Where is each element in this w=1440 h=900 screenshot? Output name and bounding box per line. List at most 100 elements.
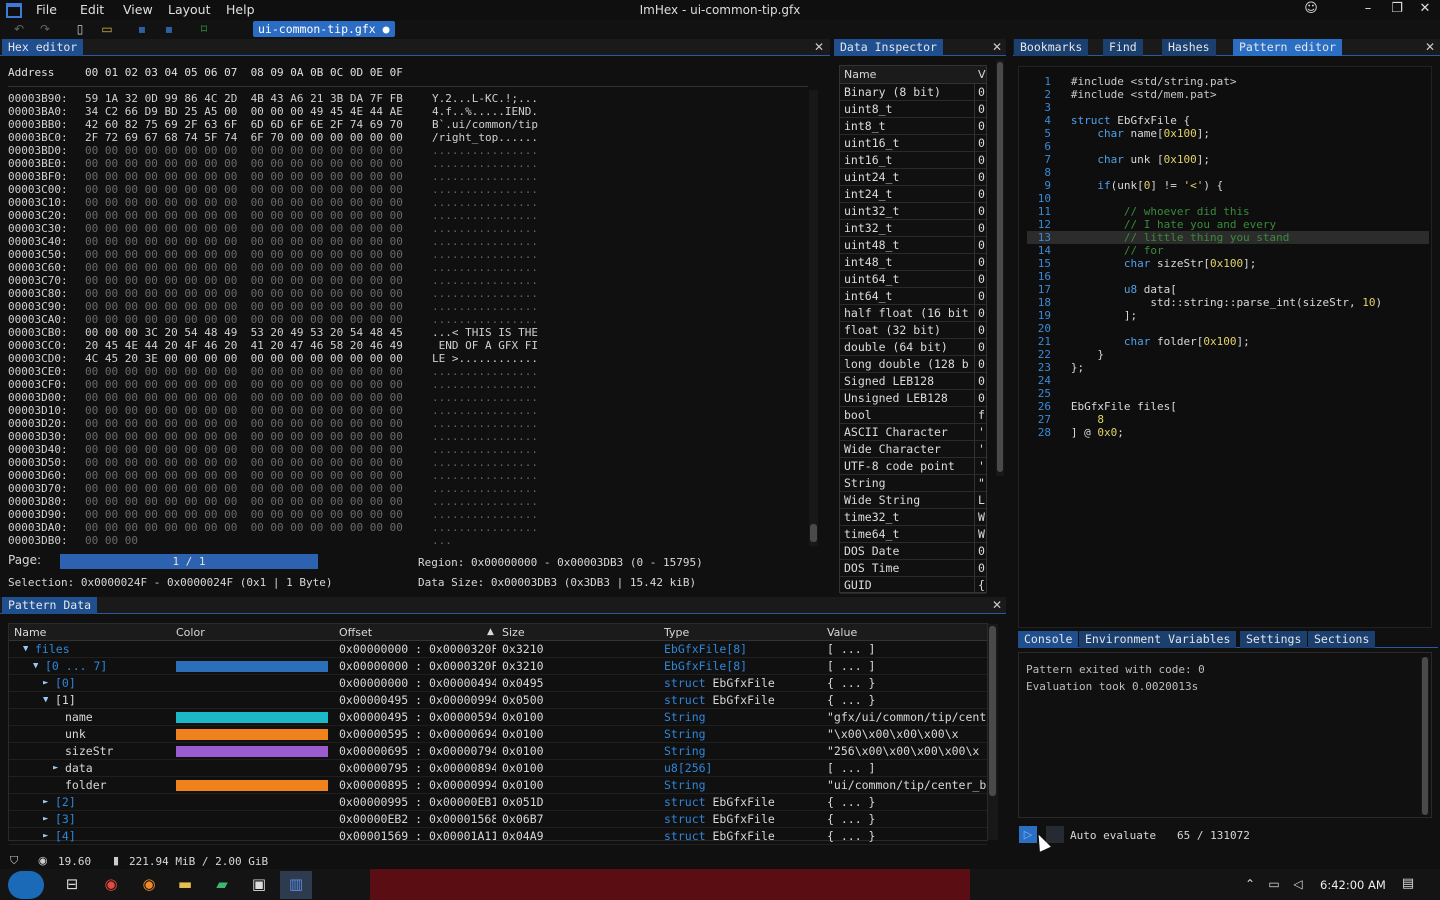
hex-row-ascii[interactable]: ................	[432, 365, 538, 378]
col-type[interactable]: Type	[664, 624, 689, 641]
hex-row-ascii[interactable]: ...< THIS IS THE	[432, 326, 538, 339]
code-line[interactable]: 19 ];	[1029, 309, 1382, 322]
hex-row-ascii[interactable]: ................	[432, 391, 538, 404]
hex-row[interactable]: 00003DB0: 00 00 00...	[8, 534, 538, 547]
code-text[interactable]: ] @ 0x0;	[1071, 426, 1124, 439]
hex-row-bytes[interactable]: 00 00 00 00 00 00 00 00 00 00 00 00 00 0…	[85, 144, 432, 157]
console-scrollbar[interactable]	[1421, 657, 1429, 815]
pattern-row-value[interactable]: "256\x00\x00\x00\x00\x	[827, 743, 987, 760]
pattern-data-row[interactable]: ▼ [1] 0x00000495 : 0x00000994 0x0500 struct …	[9, 692, 987, 709]
pattern-data-row[interactable]: unk 0x00000595 : 0x00000694 0x0100 String "\…	[9, 726, 987, 743]
hex-row-bytes[interactable]: 00 00 00 00 00 00 00 00 00 00 00 00 00 0…	[85, 183, 432, 196]
save-icon[interactable]: ▪	[135, 22, 149, 36]
code-line[interactable]: 22 }	[1029, 348, 1382, 361]
inspector-row-value[interactable]: 0	[978, 288, 985, 304]
code-line[interactable]: 24	[1029, 374, 1382, 387]
hex-row[interactable]: 00003BB0: 42 60 82 75 69 2F 63 6F 6D 6D 6…	[8, 118, 538, 131]
inspector-row-value[interactable]: W	[978, 526, 985, 542]
pattern-data-scrollbar[interactable]	[988, 624, 998, 840]
hex-row[interactable]: 00003C40: 00 00 00 00 00 00 00 00 00 00 0…	[8, 235, 538, 248]
inspector-row[interactable]: DOS Date 0	[840, 543, 986, 560]
tab-hex-editor[interactable]: Hex editor	[2, 39, 84, 56]
hex-row-ascii[interactable]: ................	[432, 469, 538, 482]
hex-row-bytes[interactable]: 00 00 00 00 00 00 00 00 00 00 00 00 00 0…	[85, 274, 432, 287]
hex-row-bytes[interactable]: 00 00 00 00 00 00 00 00 00 00 00 00 00 0…	[85, 443, 432, 456]
notepad-icon[interactable]: ▰	[212, 874, 232, 894]
inspector-scroll-thumb[interactable]	[997, 62, 1003, 472]
code-line[interactable]: 21 char folder[0x100];	[1029, 335, 1382, 348]
inspector-row[interactable]: String "	[840, 475, 986, 492]
collapse-arrow-icon[interactable]: ▼	[43, 692, 48, 709]
hex-row[interactable]: 00003D80: 00 00 00 00 00 00 00 00 00 00 0…	[8, 495, 538, 508]
expand-arrow-icon[interactable]: ►	[43, 675, 48, 692]
pattern-data-row[interactable]: name 0x00000495 : 0x00000594 0x0100 String "…	[9, 709, 987, 726]
inspector-row[interactable]: uint8_t 0	[840, 101, 986, 118]
code-line[interactable]: 26 EbGfxFile files[	[1029, 400, 1382, 413]
hex-row-ascii[interactable]: ...	[432, 534, 452, 547]
hex-row-bytes[interactable]: 59 1A 32 0D 99 86 4C 2D 4B 43 A6 21 3B D…	[85, 92, 432, 105]
hex-row[interactable]: 00003C00: 00 00 00 00 00 00 00 00 00 00 0…	[8, 183, 538, 196]
7zip-icon[interactable]: ▣	[249, 874, 269, 894]
hex-row[interactable]: 00003D00: 00 00 00 00 00 00 00 00 00 00 0…	[8, 391, 538, 404]
hex-row-bytes[interactable]: 20 45 4E 44 20 4F 46 20 41 20 47 46 58 2…	[85, 339, 432, 352]
inspector-row[interactable]: int48_t 0	[840, 254, 986, 271]
chrome-icon[interactable]: ◉	[101, 874, 121, 894]
inspector-row-value[interactable]: 0	[978, 237, 985, 253]
hex-row[interactable]: 00003BF0: 00 00 00 00 00 00 00 00 00 00 0…	[8, 170, 538, 183]
inspector-row[interactable]: Unsigned LEB128 0	[840, 390, 986, 407]
pattern-data-row[interactable]: ► [2] 0x00000995 : 0x00000EB1 0x051D struct …	[9, 794, 987, 811]
inspector-row-value[interactable]: 0	[978, 560, 985, 576]
code-line[interactable]: 27 8	[1029, 413, 1382, 426]
hex-row-ascii[interactable]: 4.f..%.....IEND.	[432, 105, 538, 118]
menu-help[interactable]: Help	[226, 2, 255, 17]
hex-row[interactable]: 00003D70: 00 00 00 00 00 00 00 00 00 00 0…	[8, 482, 538, 495]
hex-row-ascii[interactable]: B`.ui/common/tip	[432, 118, 538, 131]
code-text[interactable]: char folder[0x100];	[1071, 335, 1250, 348]
col-size[interactable]: Size	[502, 624, 525, 641]
inspector-row[interactable]: GUID {	[840, 577, 986, 594]
hex-row[interactable]: 00003BD0: 00 00 00 00 00 00 00 00 00 00 0…	[8, 144, 538, 157]
tray-chevron-icon[interactable]: ⌃	[1240, 874, 1260, 894]
hex-row-ascii[interactable]: ................	[432, 417, 538, 430]
inspector-row[interactable]: uint64_t 0	[840, 271, 986, 288]
hex-row-ascii[interactable]: ................	[432, 430, 538, 443]
hex-row-ascii[interactable]: ................	[432, 196, 538, 209]
inspector-row-value[interactable]: '	[978, 424, 985, 440]
pattern-row-value[interactable]: [ ... ]	[827, 658, 987, 675]
pattern-row-value[interactable]: "gfx/ui/common/tip/cent	[827, 709, 987, 726]
hex-row-bytes[interactable]: 00 00 00 00 00 00 00 00 00 00 00 00 00 0…	[85, 196, 432, 209]
tab-console[interactable]: Console	[1018, 631, 1079, 648]
close-pattern-data-icon[interactable]: ✕	[990, 597, 1004, 614]
code-line[interactable]: 17 u8 data[	[1029, 283, 1382, 296]
hex-rows[interactable]: 00003B90: 59 1A 32 0D 99 86 4C 2D 4B 43 A…	[8, 92, 538, 547]
hex-row[interactable]: 00003CF0: 00 00 00 00 00 00 00 00 00 00 0…	[8, 378, 538, 391]
inspector-row-value[interactable]: '	[978, 458, 985, 474]
hex-row[interactable]: 00003C20: 00 00 00 00 00 00 00 00 00 00 0…	[8, 209, 538, 222]
code-line[interactable]: 15 char sizeStr[0x100];	[1029, 257, 1382, 270]
hex-row-bytes[interactable]: 00 00 00 00 00 00 00 00 00 00 00 00 00 0…	[85, 430, 432, 443]
network-icon[interactable]: ▭	[1264, 874, 1284, 894]
hex-row-bytes[interactable]: 00 00 00 00 00 00 00 00 00 00 00 00 00 0…	[85, 417, 432, 430]
tab-hashes[interactable]: Hashes	[1162, 39, 1216, 56]
hex-row-bytes[interactable]: 00 00 00 00 00 00 00 00 00 00 00 00 00 0…	[85, 313, 432, 326]
inspector-row[interactable]: uint16_t 0	[840, 135, 986, 152]
code-line[interactable]: 6	[1029, 140, 1382, 153]
inspector-row[interactable]: Signed LEB128 0	[840, 373, 986, 390]
pattern-row-value[interactable]: [ ... ]	[827, 641, 987, 658]
save-as-icon[interactable]: ▪	[162, 22, 176, 36]
hex-row-ascii[interactable]: ................	[432, 378, 538, 391]
pattern-row-value[interactable]: "ui/common/tip/center_b	[827, 777, 987, 794]
hex-row-ascii[interactable]: ................	[432, 248, 538, 261]
hex-row-bytes[interactable]: 00 00 00 00 00 00 00 00 00 00 00 00 00 0…	[85, 404, 432, 417]
console-scroll-thumb[interactable]	[1422, 657, 1428, 815]
hex-row-ascii[interactable]: ................	[432, 456, 538, 469]
hex-row-bytes[interactable]: 00 00 00 00 00 00 00 00 00 00 00 00 00 0…	[85, 378, 432, 391]
inspector-row[interactable]: double (64 bit) 0	[840, 339, 986, 356]
hex-row[interactable]: 00003C80: 00 00 00 00 00 00 00 00 00 00 0…	[8, 287, 538, 300]
pattern-data-row[interactable]: sizeStr 0x00000695 : 0x00000794 0x0100 Stri…	[9, 743, 987, 760]
hex-row-ascii[interactable]: ................	[432, 508, 538, 521]
hex-row[interactable]: 00003D50: 00 00 00 00 00 00 00 00 00 00 0…	[8, 456, 538, 469]
inspector-row-value[interactable]: 0	[978, 84, 985, 100]
hex-row-ascii[interactable]: ................	[432, 157, 538, 170]
code-line[interactable]: 3	[1029, 101, 1382, 114]
